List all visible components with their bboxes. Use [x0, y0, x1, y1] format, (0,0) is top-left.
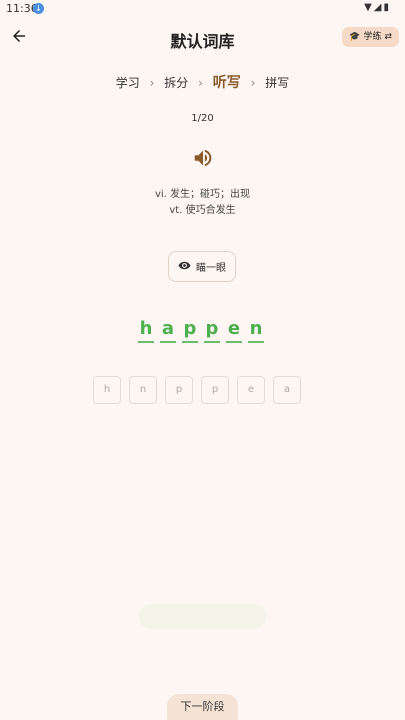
- status-icons: ▼◢▮: [364, 2, 391, 13]
- status-bar: 11:36 ↓ ▼◢▮: [0, 0, 405, 18]
- letter-tile[interactable]: a: [273, 376, 301, 404]
- eye-icon: [178, 259, 191, 275]
- progress-counter: 1/20: [191, 113, 214, 124]
- answer-slot[interactable]: a: [160, 318, 176, 343]
- step-dictation[interactable]: 听写: [213, 75, 241, 91]
- definition-line: vi. 发生；碰巧；出现: [154, 189, 251, 200]
- answer-slot[interactable]: h: [138, 318, 154, 343]
- answer-slot[interactable]: p: [204, 318, 220, 343]
- chevron-right-icon: ›: [250, 76, 256, 90]
- faded-toast: [139, 604, 266, 629]
- notification-icon: ↓: [33, 3, 44, 14]
- graduation-cap-icon: 🎓: [349, 32, 361, 42]
- letter-tile[interactable]: e: [237, 376, 265, 404]
- speaker-icon[interactable]: [192, 147, 214, 169]
- mode-badge-label: 学练: [363, 32, 382, 42]
- peek-label: 瞄一眼: [196, 263, 226, 274]
- step-learn[interactable]: 学习: [116, 76, 140, 90]
- letter-tiles: h n p p e a: [93, 376, 301, 404]
- definitions: vi. 发生；碰巧；出现 vt. 使巧合发生: [0, 187, 405, 219]
- step-spell[interactable]: 拼写: [265, 76, 289, 90]
- answer-slot[interactable]: p: [182, 318, 198, 343]
- chevron-right-icon: ›: [198, 76, 203, 90]
- step-split[interactable]: 拆分: [164, 76, 188, 90]
- definition-line: vt. 使巧合发生: [169, 205, 236, 216]
- answer-slot[interactable]: n: [248, 318, 264, 343]
- step-breadcrumb: 学习 › 拆分 › 听写 › 拼写: [0, 72, 405, 92]
- next-stage-button[interactable]: 下一阶段: [167, 694, 238, 720]
- answer-slots: h a p p e n: [138, 318, 264, 343]
- letter-tile[interactable]: h: [93, 376, 121, 404]
- battery-icon: ▮: [383, 2, 391, 13]
- chevron-right-icon: ›: [149, 76, 155, 90]
- mode-badge[interactable]: 🎓 学练 ⇄: [342, 27, 399, 47]
- letter-tile[interactable]: p: [201, 376, 229, 404]
- answer-slot[interactable]: e: [226, 318, 242, 343]
- peek-button[interactable]: 瞄一眼: [168, 251, 236, 282]
- letter-tile[interactable]: p: [165, 376, 193, 404]
- swap-icon: ⇄: [384, 32, 392, 42]
- wifi-icon: ▼: [364, 2, 374, 13]
- letter-tile[interactable]: n: [129, 376, 157, 404]
